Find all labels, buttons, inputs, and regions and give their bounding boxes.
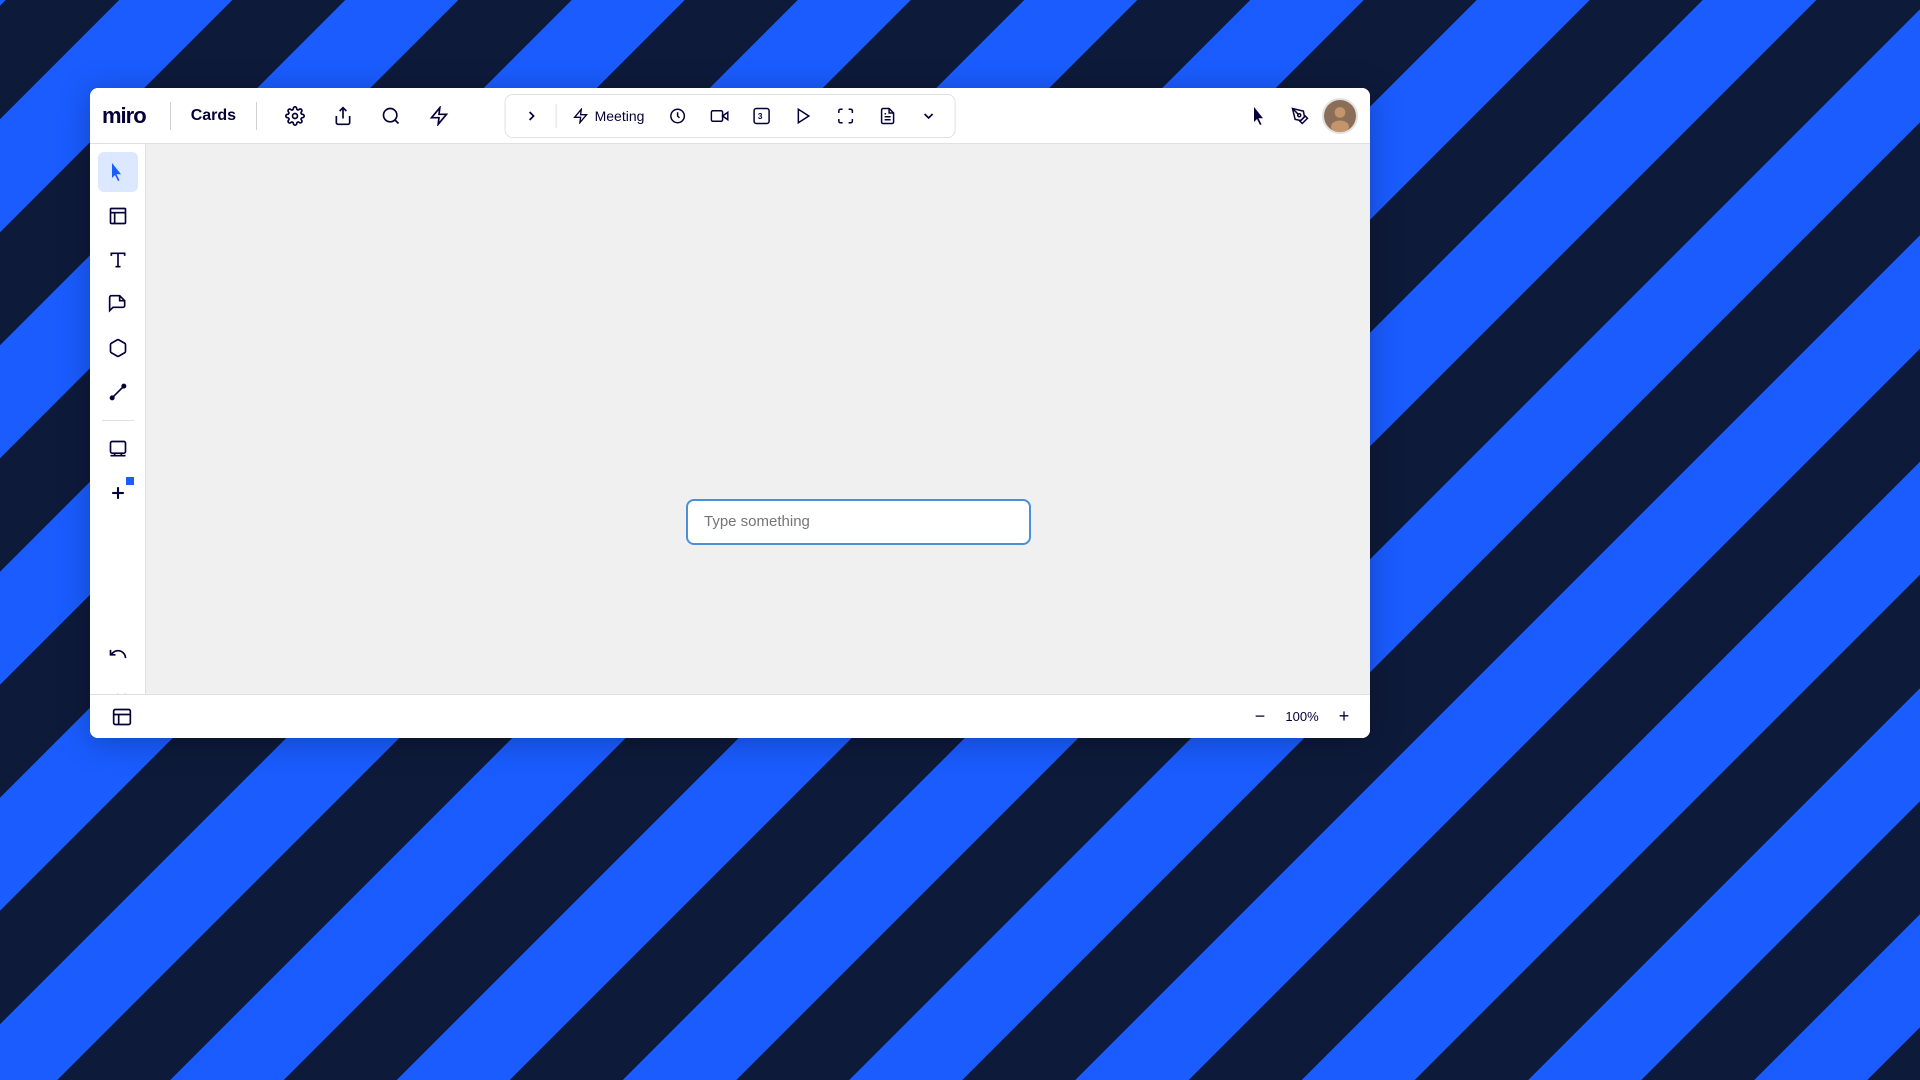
activity-button[interactable] bbox=[421, 98, 457, 134]
search-icon bbox=[381, 106, 401, 126]
timer-icon bbox=[668, 107, 686, 125]
board-name[interactable]: Cards bbox=[191, 107, 236, 125]
cursor-select-icon bbox=[109, 163, 127, 181]
add-tool-button[interactable] bbox=[98, 473, 138, 513]
zoom-out-button[interactable]: − bbox=[1246, 703, 1274, 731]
text-input-card[interactable] bbox=[686, 499, 1031, 545]
text-icon bbox=[108, 250, 128, 270]
pen-icon bbox=[1291, 107, 1309, 125]
svg-text:3: 3 bbox=[758, 112, 763, 121]
sticky-note-button[interactable] bbox=[98, 284, 138, 324]
miro-logo[interactable]: miro bbox=[102, 103, 146, 129]
toolbar-divider-2 bbox=[256, 102, 257, 130]
undo-icon bbox=[108, 644, 128, 664]
select-tool-button[interactable] bbox=[98, 152, 138, 192]
undo-button[interactable] bbox=[98, 634, 138, 674]
shapes-icon bbox=[108, 338, 128, 358]
lightning-icon bbox=[429, 106, 449, 126]
camera-icon bbox=[710, 107, 728, 125]
settings-button[interactable] bbox=[277, 98, 313, 134]
fullscreen-icon bbox=[836, 107, 854, 125]
line-icon bbox=[108, 382, 128, 402]
text-tool-button[interactable] bbox=[98, 240, 138, 280]
camera-button[interactable] bbox=[700, 101, 738, 131]
reactions-icon: 3 bbox=[752, 107, 770, 125]
add-badge bbox=[126, 477, 134, 485]
frame-tool-button[interactable] bbox=[98, 196, 138, 236]
canvas-text-input[interactable] bbox=[704, 513, 1013, 530]
zoom-minus-icon: − bbox=[1255, 706, 1266, 727]
frame-icon bbox=[108, 206, 128, 226]
notes-button[interactable] bbox=[868, 101, 906, 131]
cursor-icon bbox=[1251, 107, 1269, 125]
toolbar-divider-1 bbox=[170, 102, 171, 130]
more-center-button[interactable] bbox=[910, 102, 946, 130]
sticky-note-icon bbox=[108, 294, 128, 314]
pen-tool-button[interactable] bbox=[1282, 98, 1318, 134]
shapes-tool-button[interactable] bbox=[98, 328, 138, 368]
plus-icon bbox=[108, 483, 128, 503]
user-avatar[interactable] bbox=[1322, 98, 1358, 134]
lightning-meeting-icon bbox=[573, 108, 589, 124]
reactions-button[interactable]: 3 bbox=[742, 101, 780, 131]
gear-icon bbox=[285, 106, 305, 126]
zoom-plus-icon: + bbox=[1339, 706, 1350, 727]
chevron-right-icon bbox=[524, 108, 540, 124]
main-window: miro Cards bbox=[90, 88, 1370, 738]
present-button[interactable] bbox=[784, 101, 822, 131]
canvas-area[interactable] bbox=[146, 144, 1370, 738]
share-icon bbox=[333, 106, 353, 126]
minimap-button[interactable] bbox=[102, 697, 142, 737]
bottom-right: − 100% + bbox=[1246, 703, 1358, 731]
bottom-left bbox=[102, 697, 142, 737]
sidebar-separator-1 bbox=[102, 420, 134, 421]
bottom-bar: − 100% + bbox=[90, 694, 1370, 738]
image-icon bbox=[108, 439, 128, 459]
top-toolbar: miro Cards bbox=[90, 88, 1370, 144]
line-tool-button[interactable] bbox=[98, 372, 138, 412]
fullscreen-button[interactable] bbox=[826, 101, 864, 131]
share-button[interactable] bbox=[325, 98, 361, 134]
select-tool-header[interactable] bbox=[1242, 98, 1278, 134]
avatar-image bbox=[1324, 100, 1356, 132]
zoom-in-button[interactable]: + bbox=[1330, 703, 1358, 731]
meeting-label: Meeting bbox=[595, 108, 645, 124]
chevron-down-icon bbox=[920, 108, 936, 124]
media-tool-button[interactable] bbox=[98, 429, 138, 469]
timer-button[interactable] bbox=[658, 101, 696, 131]
center-divider-1 bbox=[556, 104, 557, 128]
expand-button[interactable] bbox=[514, 102, 550, 130]
toolbar-right bbox=[1242, 98, 1358, 134]
left-sidebar bbox=[90, 144, 146, 738]
meeting-button[interactable]: Meeting bbox=[563, 102, 655, 130]
center-toolbar: Meeting 3 bbox=[505, 94, 956, 138]
toolbar-left: miro Cards bbox=[102, 98, 457, 134]
zoom-value[interactable]: 100% bbox=[1282, 709, 1322, 724]
logo-text: miro bbox=[102, 103, 146, 129]
search-button[interactable] bbox=[373, 98, 409, 134]
present-icon bbox=[794, 107, 812, 125]
minimap-icon bbox=[112, 707, 132, 727]
notes-icon bbox=[878, 107, 896, 125]
